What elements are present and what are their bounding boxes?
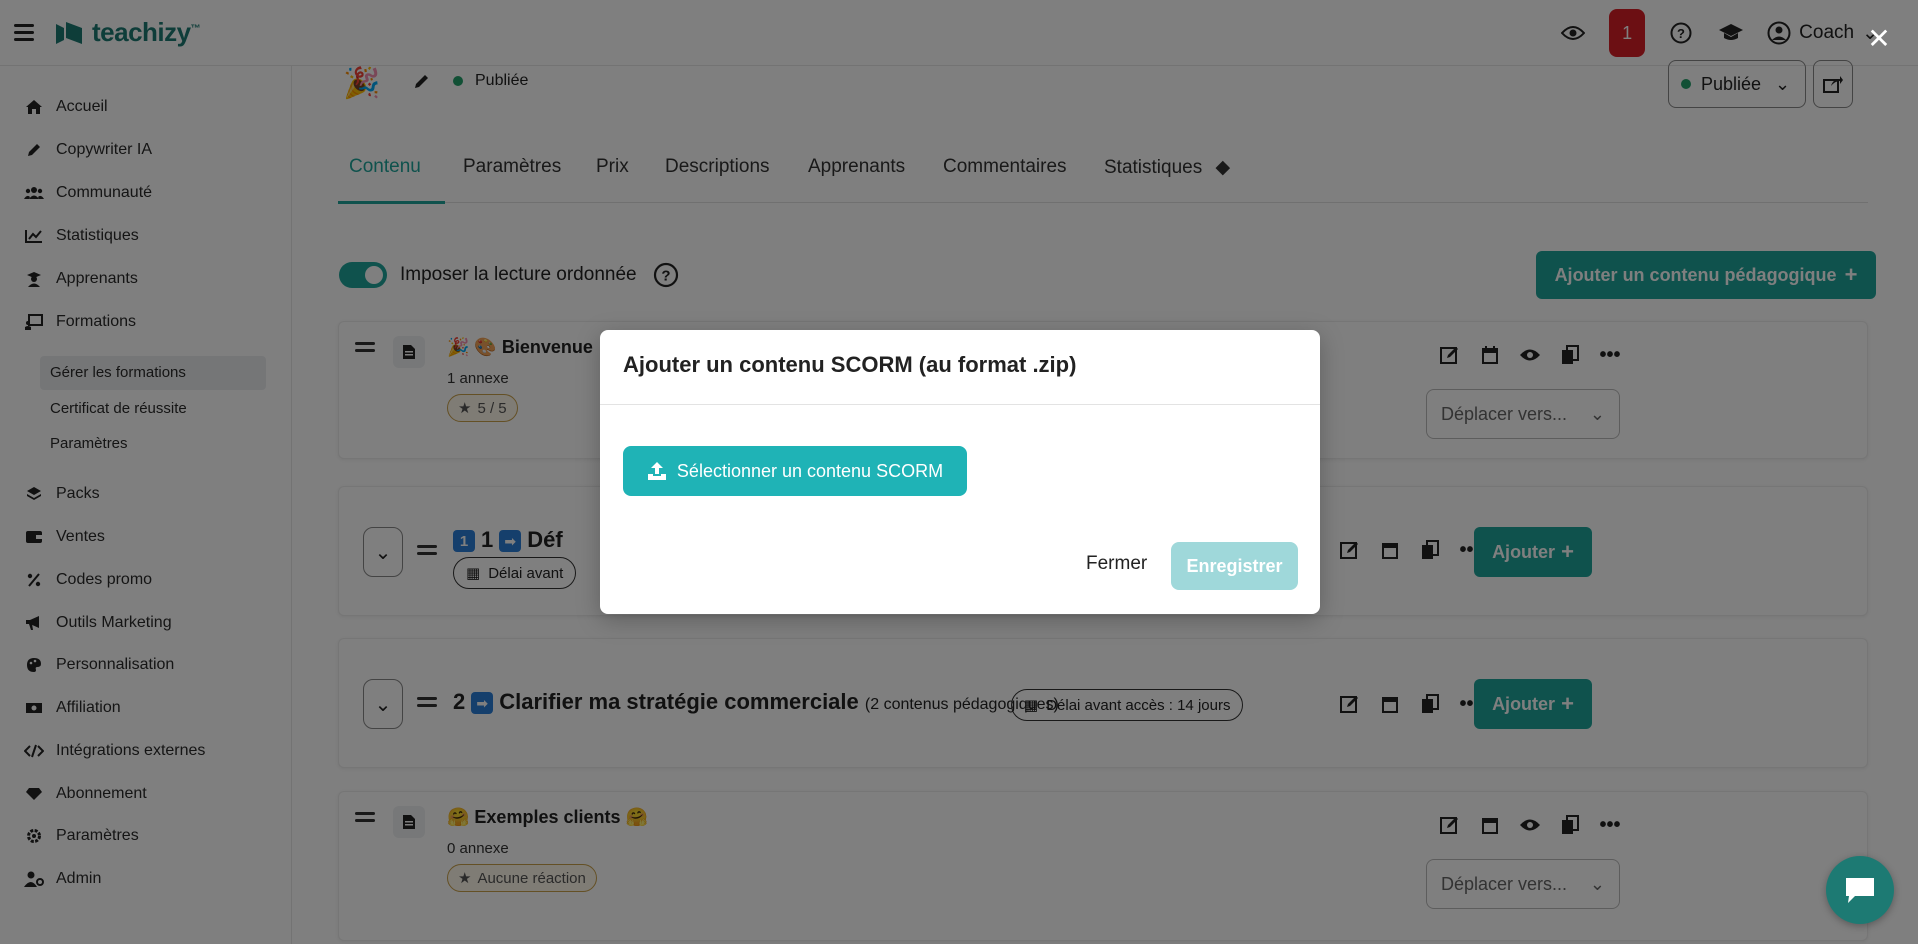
chat-button[interactable] — [1826, 856, 1894, 924]
modal-title: Ajouter un contenu SCORM (au format .zip… — [623, 352, 1077, 377]
upload-icon — [647, 462, 666, 480]
select-scorm-button[interactable]: Sélectionner un contenu SCORM — [623, 446, 967, 496]
close-icon[interactable]: ✕ — [1866, 25, 1892, 53]
modal-divider — [600, 404, 1320, 405]
scorm-upload-modal: Ajouter un contenu SCORM (au format .zip… — [600, 330, 1320, 614]
chat-icon — [1846, 878, 1874, 903]
close-button[interactable]: Fermer — [1086, 553, 1147, 575]
save-button[interactable]: Enregistrer — [1171, 542, 1298, 590]
